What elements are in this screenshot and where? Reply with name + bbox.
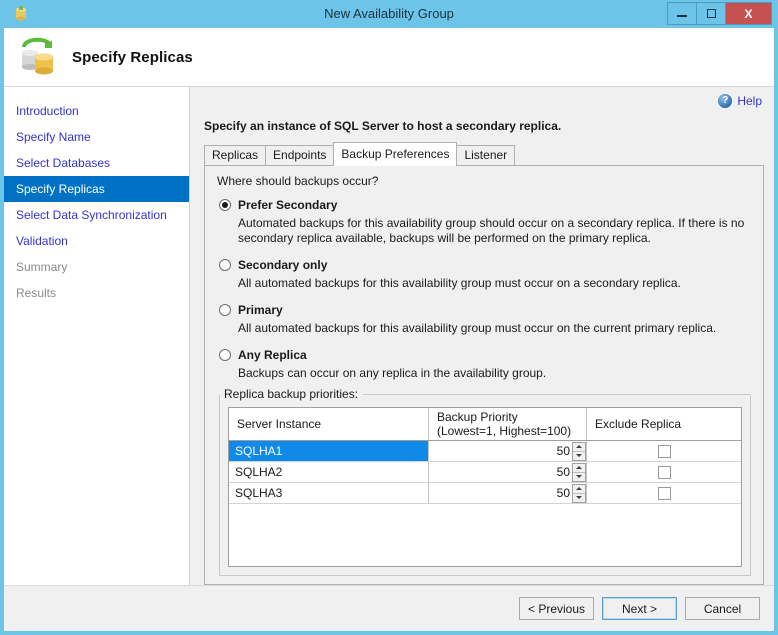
table-row[interactable]: SQLHA3 50 bbox=[229, 483, 741, 504]
option-any-replica[interactable]: Any Replica bbox=[219, 348, 753, 362]
cell-exclude-replica[interactable] bbox=[587, 483, 741, 503]
sidebar-item-summary: Summary bbox=[16, 260, 68, 274]
groupbox-legend: Replica backup priorities: bbox=[220, 387, 750, 401]
spinner-up-icon[interactable] bbox=[573, 464, 585, 472]
option-description-primary: All automated backups for this availabil… bbox=[238, 321, 717, 335]
cell-backup-priority[interactable]: 50 bbox=[429, 483, 587, 503]
replica-priorities-grid: Server Instance Backup Priority (Lowest=… bbox=[228, 407, 742, 567]
cell-backup-priority[interactable]: 50 bbox=[429, 441, 587, 461]
spinner-down-icon[interactable] bbox=[573, 471, 585, 481]
priority-spinner[interactable]: 50 bbox=[556, 462, 586, 482]
maximize-icon bbox=[706, 9, 716, 18]
dialog-body: Introduction Specify Name Select Databas… bbox=[4, 87, 774, 585]
option-label-secondary-only: Secondary only bbox=[238, 258, 328, 272]
page-title: Specify Replicas bbox=[72, 48, 193, 66]
groupbox-label: Replica backup priorities: bbox=[220, 387, 364, 401]
option-primary[interactable]: Primary bbox=[219, 303, 753, 317]
priority-spinner[interactable]: 50 bbox=[556, 483, 586, 503]
table-row[interactable]: SQLHA1 50 bbox=[229, 441, 741, 462]
groupbox-divider bbox=[363, 393, 750, 395]
radio-any-replica[interactable] bbox=[219, 349, 231, 361]
priority-value: 50 bbox=[556, 444, 570, 458]
column-header-backup-priority[interactable]: Backup Priority (Lowest=1, Highest=100) bbox=[429, 408, 587, 440]
spinner-buttons[interactable] bbox=[572, 462, 586, 482]
tab-strip: Replicas Endpoints Backup Preferences Li… bbox=[198, 142, 766, 166]
maximize-button[interactable] bbox=[697, 3, 726, 24]
priority-spinner[interactable]: 50 bbox=[556, 441, 586, 461]
dialog-window: New Availability Group X Specify Replica… bbox=[0, 0, 778, 635]
spinner-buttons[interactable] bbox=[572, 441, 586, 461]
replica-backup-priorities-group: Replica backup priorities: Server Instan… bbox=[219, 387, 751, 576]
sidebar-item-validation[interactable]: Validation bbox=[4, 228, 189, 254]
grid-header-row: Server Instance Backup Priority (Lowest=… bbox=[229, 408, 741, 441]
help-circle-icon: ? bbox=[718, 94, 733, 108]
panel-question: Where should backups occur? bbox=[217, 174, 379, 188]
window-title: New Availability Group bbox=[324, 6, 454, 21]
tab-backup-preferences[interactable]: Backup Preferences bbox=[333, 142, 458, 166]
table-row[interactable]: SQLHA2 50 bbox=[229, 462, 741, 483]
tab-listener[interactable]: Listener bbox=[456, 145, 516, 165]
dialog-footer: < Previous Next > Cancel bbox=[4, 585, 774, 631]
priority-value: 50 bbox=[556, 486, 570, 500]
option-label-any-replica: Any Replica bbox=[238, 348, 307, 362]
instruction-text: Specify an instance of SQL Server to hos… bbox=[204, 119, 562, 133]
backup-preferences-panel: Where should backups occur? Prefer Secon… bbox=[204, 165, 764, 585]
wizard-steps-sidebar: Introduction Specify Name Select Databas… bbox=[4, 87, 190, 585]
title-bar: New Availability Group X bbox=[4, 0, 774, 28]
tab-replicas[interactable]: Replicas bbox=[204, 145, 267, 165]
exclude-replica-checkbox[interactable] bbox=[657, 444, 671, 458]
sidebar-item-results: Results bbox=[16, 286, 57, 300]
window-controls: X bbox=[667, 2, 772, 25]
option-description-secondary-only: All automated backups for this availabil… bbox=[238, 276, 681, 290]
exclude-replica-checkbox[interactable] bbox=[657, 486, 671, 500]
minimize-button[interactable] bbox=[668, 3, 697, 24]
cell-server-instance[interactable]: SQLHA3 bbox=[229, 483, 429, 503]
radio-secondary-only[interactable] bbox=[219, 259, 231, 271]
help-link[interactable]: ? Help bbox=[718, 94, 762, 108]
cell-backup-priority[interactable]: 50 bbox=[429, 462, 587, 482]
radio-prefer-secondary[interactable] bbox=[219, 199, 231, 211]
column-header-backup-priority-label: Backup Priority bbox=[437, 410, 518, 424]
sidebar-item-select-databases[interactable]: Select Databases bbox=[4, 150, 189, 176]
cell-server-instance[interactable]: SQLHA2 bbox=[229, 462, 429, 482]
tab-endpoints[interactable]: Endpoints bbox=[265, 145, 335, 165]
sidebar-item-select-data-synchronization[interactable]: Select Data Synchronization bbox=[4, 202, 189, 228]
grid-empty-space bbox=[229, 504, 741, 566]
minimize-icon bbox=[677, 15, 687, 17]
option-label-prefer-secondary: Prefer Secondary bbox=[238, 198, 338, 212]
option-prefer-secondary[interactable]: Prefer Secondary bbox=[219, 198, 753, 212]
priority-value: 50 bbox=[556, 465, 570, 479]
sidebar-item-specify-replicas[interactable]: Specify Replicas bbox=[4, 176, 189, 202]
column-header-exclude-replica[interactable]: Exclude Replica bbox=[587, 408, 741, 440]
help-row: ? Help bbox=[198, 87, 766, 115]
sidebar-item-introduction[interactable]: Introduction bbox=[4, 98, 189, 124]
option-description-any-replica: Backups can occur on any replica in the … bbox=[238, 366, 547, 380]
option-secondary-only[interactable]: Secondary only bbox=[219, 258, 753, 272]
previous-button[interactable]: < Previous bbox=[519, 597, 594, 620]
option-label-primary: Primary bbox=[238, 303, 283, 317]
cell-server-instance[interactable]: SQLHA1 bbox=[229, 441, 429, 461]
option-description-prefer-secondary: Automated backups for this availability … bbox=[238, 216, 745, 245]
content-area: ? Help Specify an instance of SQL Server… bbox=[190, 87, 774, 585]
window-icon bbox=[11, 4, 31, 24]
radio-primary[interactable] bbox=[219, 304, 231, 316]
page-header: Specify Replicas bbox=[4, 28, 774, 87]
help-label: Help bbox=[737, 94, 762, 108]
replica-sync-icon bbox=[14, 35, 60, 79]
column-header-server-instance[interactable]: Server Instance bbox=[229, 408, 429, 440]
spinner-up-icon[interactable] bbox=[573, 485, 585, 493]
cancel-button[interactable]: Cancel bbox=[685, 597, 760, 620]
spinner-up-icon[interactable] bbox=[573, 443, 585, 451]
next-button[interactable]: Next > bbox=[602, 597, 677, 620]
exclude-replica-checkbox[interactable] bbox=[657, 465, 671, 479]
cell-exclude-replica[interactable] bbox=[587, 462, 741, 482]
close-button[interactable]: X bbox=[726, 3, 771, 24]
spinner-down-icon[interactable] bbox=[573, 492, 585, 502]
spinner-down-icon[interactable] bbox=[573, 450, 585, 460]
column-header-backup-priority-sublabel: (Lowest=1, Highest=100) bbox=[437, 424, 572, 438]
cell-exclude-replica[interactable] bbox=[587, 441, 741, 461]
sidebar-item-specify-name[interactable]: Specify Name bbox=[4, 124, 189, 150]
spinner-buttons[interactable] bbox=[572, 483, 586, 503]
